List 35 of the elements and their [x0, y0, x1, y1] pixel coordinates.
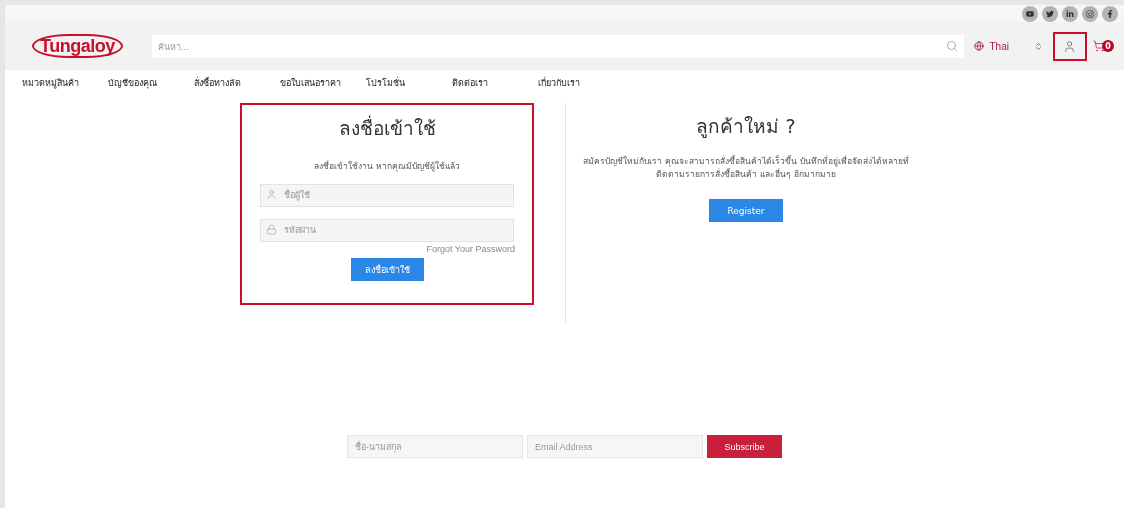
password-field[interactable]: รหัสผ่าน	[260, 218, 514, 242]
sort-arrows-icon	[1033, 41, 1043, 51]
login-subtitle: ลงชื่อเข้าใช้งาน หากคุณมีบัญชีผู้ใช้แล้ว	[314, 159, 460, 173]
nav-link[interactable]: บัญชีของคุณ	[108, 75, 194, 90]
linkedin-icon[interactable]	[1062, 5, 1078, 22]
nav-link[interactable]: หมวดหมู่สินค้า	[22, 75, 108, 90]
cart-count: 0	[1102, 40, 1114, 52]
logo[interactable]: Tungaloy	[32, 34, 123, 58]
instagram-icon[interactable]	[1082, 5, 1098, 22]
subscribe-button[interactable]: Subscribe	[707, 435, 782, 458]
twitter-icon[interactable]	[1042, 5, 1058, 22]
new-customer-description: สมัครบัญชีใหม่กับเรา คุณจะสามารถสั่งซื้อสินค้าได้เร็วขึ้น บันทึกที่อยู่เพื่อจัดส่งได้หลายที่ ติดตามรายการสั่งซื้อสินค้า และอื่นๆ อีกมากมาย	[583, 155, 909, 181]
login-button[interactable]: ลงชื่อเข้าใช้	[350, 258, 424, 281]
email-field[interactable]: Email Address	[527, 435, 703, 458]
youtube-icon[interactable]	[1022, 5, 1038, 22]
login-title: ลงชื่อเข้าใช้	[338, 114, 436, 141]
nav-link[interactable]: ขอใบเสนอราคา	[280, 75, 366, 90]
user-icon	[1063, 39, 1077, 53]
cart-icon[interactable]	[1093, 40, 1105, 52]
new-customer-title: ลูกค้าใหม่ ?	[696, 114, 796, 140]
account-button[interactable]	[1052, 31, 1087, 61]
name-field[interactable]: ชื่อ-นามสกุล	[347, 435, 523, 458]
lock-icon	[266, 224, 277, 235]
register-button[interactable]: Register	[709, 199, 783, 222]
nav-link[interactable]: สั่งซื้อทางลัด	[194, 75, 280, 90]
user-icon	[266, 189, 277, 200]
globe-icon	[974, 41, 985, 51]
nav-link[interactable]: เกี่ยวกับเรา	[538, 75, 624, 90]
nav-link[interactable]: โปรโมชั่น	[366, 75, 452, 90]
facebook-icon[interactable]	[1102, 5, 1118, 22]
username-field[interactable]: ชื่อผู้ใช้	[260, 183, 514, 207]
forgot-password-link[interactable]: Forgot Your Password	[426, 244, 515, 254]
search-field[interactable]: ค้นหา...	[151, 35, 965, 58]
language-selector[interactable]: Thai	[989, 40, 1009, 52]
nav-link[interactable]: ติดต่อเรา	[452, 75, 538, 90]
